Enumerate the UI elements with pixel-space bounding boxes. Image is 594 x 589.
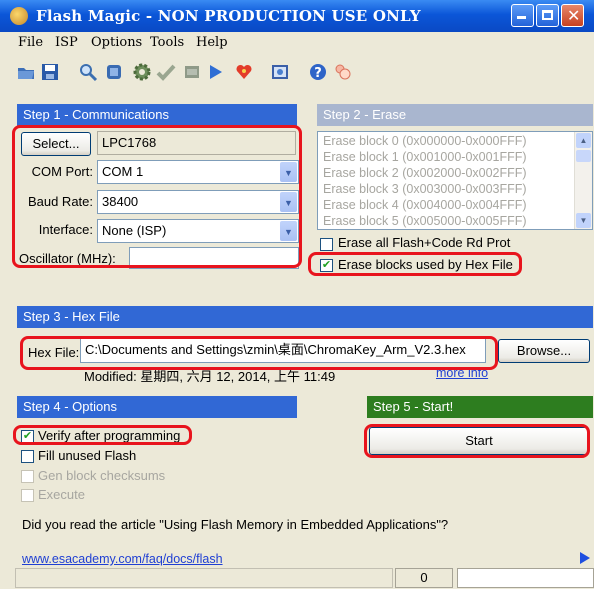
svg-text:?: ? (314, 66, 322, 81)
scroll-thumb[interactable] (576, 150, 591, 162)
step5-header: Step 5 - Start! (367, 396, 593, 418)
window-title: Flash Magic - NON PRODUCTION USE ONLY (36, 7, 421, 25)
status-counter: 0 (395, 568, 453, 588)
list-item[interactable]: Erase block 2 (0x002000-0x002FFF) (323, 166, 527, 180)
gear-icon[interactable] (132, 62, 152, 82)
menu-bar: File ISP Options Tools Help (0, 32, 594, 54)
interface-label: Interface: (38, 222, 93, 237)
erase-all-checkbox[interactable] (320, 238, 333, 251)
oscillator-label: Oscillator (MHz): (19, 251, 116, 266)
device-name: LPC1768 (97, 131, 296, 155)
play-icon[interactable] (206, 62, 226, 82)
step4-header: Step 4 - Options (17, 396, 297, 418)
menu-options[interactable]: Options (91, 35, 142, 50)
step1-header: Step 1 - Communications (17, 104, 297, 126)
erase-used-label: Erase blocks used by Hex File (338, 257, 513, 272)
article-text: Did you read the article "Using Flash Me… (22, 517, 449, 532)
play-arrow-icon[interactable] (579, 551, 591, 565)
menu-file[interactable]: File (18, 35, 43, 50)
erase-all-label: Erase all Flash+Code Rd Prot (338, 235, 511, 250)
execute-label: Execute (38, 487, 85, 502)
fill-unused-label: Fill unused Flash (38, 448, 137, 463)
list-item[interactable]: Erase block 4 (0x004000-0x004FFF) (323, 198, 527, 212)
chevron-down-icon[interactable]: ▼ (280, 192, 297, 212)
list-item[interactable]: Erase block 0 (0x000000-0x000FFF) (323, 134, 527, 148)
baud-rate-select[interactable]: 38400 ▼ (97, 190, 299, 214)
open-icon[interactable] (16, 62, 36, 82)
save-icon[interactable] (40, 62, 60, 82)
list-item[interactable]: Erase block 5 (0x005000-0x005FFF) (323, 214, 527, 228)
com-port-select[interactable]: COM 1 ▼ (97, 160, 299, 184)
list-item[interactable]: Erase block 3 (0x003000-0x003FFF) (323, 182, 527, 196)
baud-rate-value: 38400 (102, 194, 139, 209)
oscillator-input[interactable] (129, 247, 299, 269)
step2-header: Step 2 - Erase (317, 104, 593, 126)
chevron-down-icon[interactable]: ▼ (576, 213, 591, 228)
chevron-down-icon[interactable]: ▼ (280, 162, 297, 182)
chevron-down-icon[interactable]: ▼ (280, 221, 297, 241)
verify-label: Verify after programming (38, 428, 181, 443)
start-button[interactable]: Start (369, 427, 589, 455)
browse-button[interactable]: Browse... (498, 339, 590, 363)
user-icon[interactable] (332, 62, 352, 82)
search-icon[interactable] (78, 62, 98, 82)
heart-icon[interactable] (234, 62, 254, 82)
hex-file-input[interactable]: C:\Documents and Settings\zmin\桌面\Chroma… (80, 338, 486, 363)
hex-file-label: Hex File: (28, 345, 80, 360)
menu-tools[interactable]: Tools (150, 35, 184, 50)
chevron-up-icon[interactable]: ▲ (576, 133, 591, 148)
app-icon (10, 7, 28, 25)
fill-unused-checkbox[interactable] (21, 450, 34, 463)
interface-value: None (ISP) (102, 223, 167, 238)
progress-bar (457, 568, 594, 588)
title-bar: Flash Magic - NON PRODUCTION USE ONLY ✕ (0, 0, 594, 32)
more-info-link[interactable]: more info (436, 366, 488, 380)
vertical-scrollbar[interactable]: ▲ ▼ (574, 132, 592, 229)
esacademy-link[interactable]: www.esacademy.com/faq/docs/flash (22, 552, 223, 566)
close-button[interactable]: ✕ (561, 4, 584, 27)
com-port-value: COM 1 (102, 164, 144, 179)
select-device-button[interactable]: Select... (21, 132, 91, 156)
modified-text: Modified: 星期四, 六月 12, 2014, 上午 11:49 (84, 369, 336, 384)
baud-rate-label: Baud Rate: (27, 194, 93, 209)
chip-icon[interactable] (104, 62, 124, 82)
interface-select[interactable]: None (ISP) ▼ (97, 219, 299, 243)
execute-checkbox[interactable] (21, 489, 34, 502)
check-icon[interactable] (156, 62, 176, 82)
erase-block-list[interactable]: Erase block 0 (0x000000-0x000FFF) Erase … (317, 131, 593, 230)
list-item[interactable]: Erase block 1 (0x001000-0x001FFF) (323, 150, 527, 164)
status-panel (15, 568, 393, 588)
terminal-icon[interactable] (270, 62, 290, 82)
erase-used-checkbox[interactable]: ✔ (320, 259, 333, 272)
menu-help[interactable]: Help (196, 35, 228, 50)
verify-checkbox[interactable]: ✔ (21, 430, 34, 443)
minimize-button[interactable] (511, 4, 534, 27)
com-port-label: COM Port: (31, 164, 93, 179)
menu-isp[interactable]: ISP (55, 35, 78, 50)
maximize-button[interactable] (536, 4, 559, 27)
gen-checksums-label: Gen block checksums (38, 468, 166, 483)
help-icon[interactable]: ? (308, 62, 328, 82)
step3-header: Step 3 - Hex File (17, 306, 593, 328)
erase-icon[interactable] (182, 62, 202, 82)
toolbar: ? (0, 56, 594, 92)
gen-checksums-checkbox[interactable] (21, 470, 34, 483)
